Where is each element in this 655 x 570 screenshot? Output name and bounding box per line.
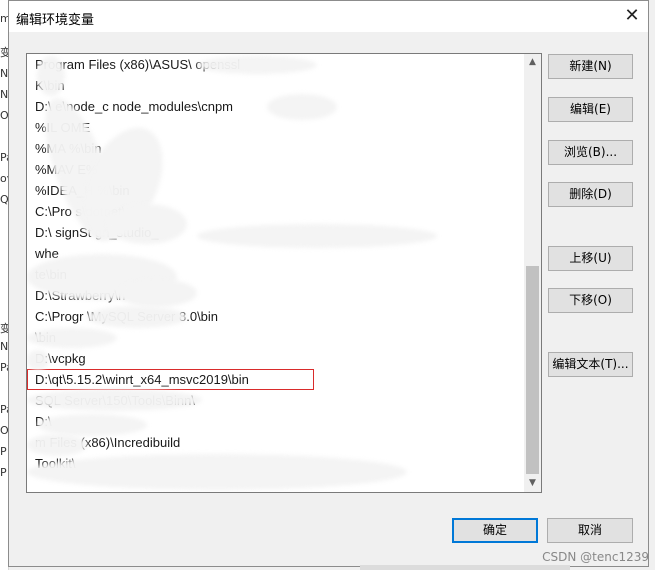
redaction-smudge [117, 279, 197, 307]
edit-environment-variable-dialog: 编辑环境变量 ✕ Program Files (x86)\ASUS\ opens… [8, 0, 649, 567]
background-window-fragment [360, 565, 570, 570]
path-list-item[interactable]: %IL OME [27, 117, 524, 138]
new-button[interactable]: 新建(N) [548, 54, 633, 79]
redaction-smudge [37, 56, 65, 96]
background-text: ov [0, 172, 8, 185]
redaction-smudge [197, 56, 317, 74]
watermark: CSDN @tenc1239 [542, 550, 649, 564]
ok-button[interactable]: 确定 [452, 518, 538, 543]
redaction-smudge [37, 414, 147, 436]
redaction-smudge [267, 94, 337, 120]
path-list[interactable]: Program Files (x86)\ASUS\ openssl K\bin … [26, 53, 542, 493]
redaction-smudge [27, 350, 49, 370]
vertical-scrollbar[interactable]: ▲ ▼ [524, 54, 541, 492]
redaction-smudge [87, 306, 187, 328]
background-text: Pa [0, 403, 8, 416]
background-text: Pa [0, 151, 8, 164]
background-text: 变 [0, 46, 8, 59]
delete-button[interactable]: 删除(D) [548, 182, 633, 207]
browse-button[interactable]: 浏览(B)... [548, 140, 633, 165]
background-text: O [0, 424, 8, 437]
redaction-smudge [197, 224, 437, 248]
scroll-down-icon[interactable]: ▼ [524, 475, 541, 492]
background-text: Q [0, 193, 8, 206]
background-text: m [0, 12, 8, 25]
scrollbar-thumb[interactable] [526, 266, 539, 474]
background-text: Pa [0, 361, 8, 374]
edit-button[interactable]: 编辑(E) [548, 97, 633, 122]
path-list-item[interactable]: D:\vcpkg [27, 348, 524, 369]
edit-text-button[interactable]: 编辑文本(T)... [548, 352, 633, 377]
cancel-button[interactable]: 取消 [547, 518, 633, 543]
move-down-button[interactable]: 下移(O) [548, 288, 633, 313]
redaction-smudge [27, 389, 202, 411]
redaction-smudge [27, 434, 87, 456]
title-bar: 编辑环境变量 ✕ [9, 1, 648, 32]
redaction-smudge [107, 204, 187, 244]
background-text: N [0, 88, 8, 101]
background-text: 变 [0, 322, 8, 335]
background-text: N [0, 67, 8, 80]
redaction-smudge [27, 328, 117, 348]
move-up-button[interactable]: 上移(U) [548, 246, 633, 271]
background-text: O [0, 109, 8, 122]
dialog-title: 编辑环境变量 [16, 13, 95, 28]
scroll-up-icon[interactable]: ▲ [524, 54, 541, 71]
background-text: N [0, 340, 8, 353]
path-list-item[interactable]: K\bin [27, 75, 524, 96]
close-icon[interactable]: ✕ [620, 4, 644, 28]
redaction-smudge [27, 454, 407, 490]
background-text: P [0, 445, 7, 458]
background-text: P [0, 466, 7, 479]
path-list-item-selected[interactable]: D:\qt\5.15.2\winrt_x64_msvc2019\bin [27, 369, 314, 390]
